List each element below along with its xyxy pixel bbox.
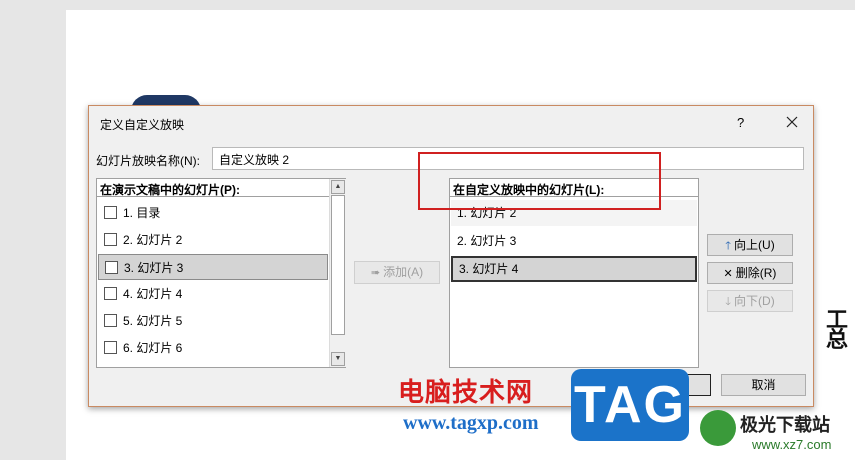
list-item-label: 2. 幻灯片 3 bbox=[457, 234, 517, 248]
checkbox[interactable] bbox=[104, 233, 117, 246]
move-down-label: 向下(D) bbox=[734, 294, 775, 308]
presentation-slides-header: 在演示文稿中的幻灯片(P): bbox=[97, 179, 329, 197]
watermark-site2-name: 极光下载站 bbox=[740, 415, 830, 435]
watermark-url: www.tagxp.com bbox=[403, 412, 539, 434]
scroll-down-arrow-icon[interactable]: ▼ bbox=[331, 352, 345, 366]
move-up-button[interactable]: 🡑 向上(U) bbox=[707, 234, 793, 256]
slide-side-text-2: 总 bbox=[826, 327, 849, 352]
checkbox[interactable] bbox=[104, 314, 117, 327]
show-name-label: 幻灯片放映名称(N): bbox=[96, 154, 200, 168]
watermark-brand: 电脑技术网 bbox=[398, 377, 534, 407]
list-item-label: 5. 幻灯片 5 bbox=[123, 314, 183, 328]
delete-button[interactable]: ✕ 删除(R) bbox=[707, 262, 793, 284]
list-item-label: 2. 幻灯片 2 bbox=[123, 233, 183, 247]
double-arrow-right-icon: ➠ bbox=[370, 267, 381, 279]
list-item-label: 4. 幻灯片 4 bbox=[123, 287, 183, 301]
close-icon bbox=[786, 116, 798, 128]
presentation-slides-list[interactable]: 在演示文稿中的幻灯片(P): 1. 目录 2. 幻灯片 2 3. 幻灯片 3 4… bbox=[96, 178, 346, 368]
watermark-site2-url: www.xz7.com bbox=[752, 437, 832, 452]
dialog-title: 定义自定义放映 bbox=[100, 118, 185, 132]
slide-side-text: 工 总 bbox=[826, 309, 849, 352]
list-item-selected[interactable]: 3. 幻灯片 4 bbox=[451, 256, 697, 282]
scroll-up-arrow-icon[interactable]: ▲ bbox=[331, 180, 345, 194]
delete-label: 删除(R) bbox=[735, 266, 777, 280]
list-item[interactable]: 5. 幻灯片 5 bbox=[98, 308, 330, 334]
list-item-selected[interactable]: 3. 幻灯片 3 bbox=[98, 254, 328, 280]
dialog-titlebar: 定义自定义放映 ? bbox=[89, 106, 813, 138]
add-button-label: 添加(A) bbox=[383, 265, 424, 279]
checkbox[interactable] bbox=[104, 287, 117, 300]
list-item[interactable]: 2. 幻灯片 2 bbox=[98, 227, 330, 253]
delete-x-icon: ✕ bbox=[723, 268, 733, 280]
vertical-scrollbar[interactable]: ▲ ▼ bbox=[329, 179, 346, 367]
move-down-button[interactable]: 🡓 向下(D) bbox=[707, 290, 793, 312]
close-button[interactable] bbox=[781, 111, 803, 133]
arrow-down-icon: 🡓 bbox=[725, 296, 732, 308]
list-item[interactable]: 1. 目录 bbox=[98, 200, 330, 226]
watermark-aurora-logo-icon bbox=[700, 410, 736, 446]
arrow-up-icon: 🡑 bbox=[725, 240, 732, 252]
list-item[interactable]: 6. 幻灯片 6 bbox=[98, 335, 330, 361]
add-button[interactable]: ➠ 添加(A) bbox=[354, 261, 440, 284]
list-item-label: 3. 幻灯片 4 bbox=[459, 262, 519, 276]
help-button[interactable]: ? bbox=[737, 115, 744, 130]
move-up-label: 向上(U) bbox=[734, 238, 775, 252]
list-item[interactable]: 4. 幻灯片 4 bbox=[98, 281, 330, 307]
annotation-highlight-box bbox=[418, 152, 661, 210]
watermark-tag-logo: TAG bbox=[571, 369, 689, 441]
scroll-thumb[interactable] bbox=[331, 195, 345, 335]
checkbox[interactable] bbox=[104, 341, 117, 354]
list-item-label: 1. 目录 bbox=[123, 206, 161, 220]
checkbox[interactable] bbox=[104, 206, 117, 219]
list-item[interactable]: 2. 幻灯片 3 bbox=[451, 228, 697, 254]
define-custom-show-dialog: 定义自定义放映 ? 幻灯片放映名称(N): 自定义放映 2 在演示文稿中的幻灯片… bbox=[88, 105, 814, 407]
checkbox[interactable] bbox=[105, 261, 118, 274]
list-item-label: 3. 幻灯片 3 bbox=[124, 261, 184, 275]
cancel-button[interactable]: 取消 bbox=[721, 374, 806, 396]
list-item-label: 6. 幻灯片 6 bbox=[123, 341, 183, 355]
